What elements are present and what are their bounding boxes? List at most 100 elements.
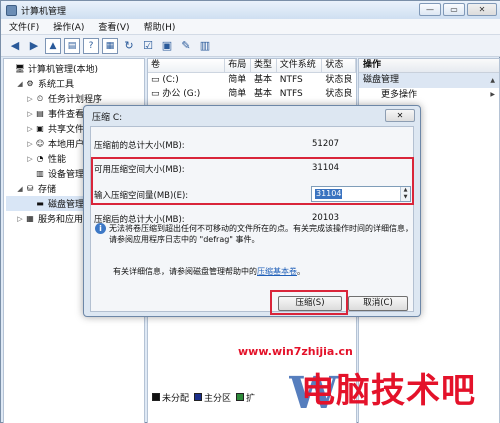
properties-icon[interactable]: ▦: [102, 37, 118, 54]
show-tree-icon[interactable]: ▤: [64, 37, 80, 54]
legend-swatch: [152, 393, 160, 401]
volume-name: 办公 (G:): [162, 89, 201, 99]
shrink-basic-volume-link[interactable]: 压缩基本卷: [257, 267, 297, 276]
performance-icon: ◔: [36, 154, 44, 163]
highlight-frame-fields: [91, 157, 414, 205]
shrink-dialog: 压缩 C: ✕ 压缩前的总计大小(MB): 51207 可用压缩空间大小(MB)…: [83, 105, 421, 317]
drive-icon: ▭: [151, 75, 163, 85]
tree-node[interactable]: ◢ ⚙ 系统工具: [6, 76, 144, 91]
close-button[interactable]: ✕: [467, 3, 497, 16]
maximize-button[interactable]: ▭: [443, 3, 465, 16]
menu-help[interactable]: 帮助(H): [144, 20, 176, 33]
status-cell: 状态良: [325, 75, 353, 85]
toolbar: ◀ ▶ ▲ ▤ ? ▦ ↻ ☑ ▣ ✎ ▥: [1, 35, 500, 57]
actions-header: 操作: [359, 59, 499, 73]
col-type[interactable]: 类型: [251, 59, 277, 72]
legend-unallocated: 未分配: [152, 391, 189, 404]
more-info-line: 有关详细信息，请参阅磁盘管理帮助中的压缩基本卷。: [113, 267, 305, 276]
tree-node-label: 存储: [38, 185, 57, 195]
highlight-frame-shrink-button: [270, 290, 348, 315]
legend-extended: 扩: [236, 391, 255, 404]
legend-swatch: [236, 393, 245, 401]
menu-bar: 文件(F) 操作(A) 查看(V) 帮助(H): [1, 19, 500, 35]
clock-icon: ⏲: [36, 93, 44, 103]
list-header: 卷 布局 类型 文件系统 状态: [148, 59, 356, 73]
expand-icon[interactable]: ◢: [16, 80, 24, 88]
filesystem-cell: NTFS: [279, 89, 303, 99]
expand-icon[interactable]: ▷: [26, 155, 34, 163]
watermark-brand: 电脑技术吧: [301, 371, 476, 411]
expand-icon[interactable]: ▷: [16, 215, 24, 223]
computer-icon: 🖥: [14, 64, 26, 73]
table-row[interactable]: ▭ (C:) 简单 基本 NTFS 状态良: [148, 73, 356, 87]
tree-node-label: 任务计划程序: [48, 95, 103, 105]
col-filesystem[interactable]: 文件系统: [277, 59, 323, 72]
tree-node-label: 计算机管理(本地): [28, 65, 99, 75]
table-row[interactable]: ▭ 办公 (G:) 简单 基本 NTFS 状态良: [148, 87, 356, 101]
total-after-value: 20103: [312, 213, 340, 223]
checklist-icon[interactable]: ☑: [140, 38, 156, 54]
layout-cell: 简单: [228, 75, 247, 85]
menu-view[interactable]: 查看(V): [98, 20, 129, 33]
info-text: 无法将卷压缩到超出任何不可移动的文件所在的点。有关完成该操作时间的详细信息，请参…: [109, 224, 413, 244]
device-icon: ▥: [36, 169, 44, 178]
users-icon: ☺: [35, 139, 45, 148]
list-icon[interactable]: ▥: [197, 38, 213, 54]
up-folder-icon[interactable]: ▲: [45, 37, 61, 54]
volume-name: (C:): [162, 75, 179, 85]
back-icon[interactable]: ◀: [7, 38, 23, 54]
computer-management-window: 计算机管理 — ▭ ✕ 文件(F) 操作(A) 查看(V) 帮助(H) ◀ ▶ …: [0, 0, 500, 423]
expand-icon[interactable]: ▷: [26, 125, 34, 133]
legend-swatch: [194, 393, 203, 401]
drive-icon: ▭: [151, 89, 163, 99]
volume-cell: ▭ (C:): [148, 73, 225, 87]
tree-node[interactable]: 🖥 计算机管理(本地): [6, 61, 144, 76]
expand-icon[interactable]: ▷: [26, 110, 34, 118]
dialog-close-button[interactable]: ✕: [385, 109, 415, 122]
folder-icon: ▣: [36, 124, 44, 133]
tree-node-label: 磁盘管理: [48, 200, 85, 210]
volume-cell: ▭ 办公 (G:): [148, 87, 225, 101]
filesystem-cell: NTFS: [279, 75, 303, 85]
actions-section-disk-management[interactable]: 磁盘管理: [359, 73, 499, 88]
menu-action[interactable]: 操作(A): [53, 20, 84, 33]
minimize-button[interactable]: —: [419, 3, 441, 16]
menu-file[interactable]: 文件(F): [9, 20, 39, 33]
help-icon[interactable]: ?: [83, 37, 99, 54]
col-volume[interactable]: 卷: [148, 59, 226, 72]
col-status[interactable]: 状态: [322, 59, 356, 72]
forward-icon[interactable]: ▶: [26, 38, 42, 54]
dialog-body: 压缩前的总计大小(MB): 51207 可用压缩空间大小(MB): 31104 …: [90, 126, 414, 315]
legend-primary: 主分区: [194, 391, 231, 404]
event-icon: ▤: [36, 109, 44, 118]
expand-icon[interactable]: ◢: [16, 185, 24, 193]
layout-cell: 简单: [228, 89, 247, 99]
type-cell: 基本: [254, 75, 273, 85]
title-bar[interactable]: 计算机管理 — ▭ ✕: [1, 1, 500, 19]
total-before-label: 压缩前的总计大小(MB):: [94, 141, 185, 151]
more-actions-item[interactable]: 更多操作: [359, 88, 499, 102]
expand-icon[interactable]: ▷: [26, 140, 34, 148]
info-icon: i: [95, 223, 106, 234]
refresh-icon[interactable]: ↻: [121, 38, 137, 54]
tree-node-label: 系统工具: [38, 80, 75, 90]
folder-open-icon[interactable]: ▣: [159, 38, 175, 54]
disk-icon: ▬: [36, 199, 44, 208]
expand-icon[interactable]: ▷: [26, 95, 34, 103]
tree-node[interactable]: ▷ ⏲ 任务计划程序: [6, 91, 144, 106]
watermark-url: www.win7zhijia.cn: [238, 345, 353, 358]
edit-icon[interactable]: ✎: [178, 38, 194, 54]
storage-icon: ⛁: [26, 184, 34, 193]
app-icon: [6, 4, 17, 16]
col-layout[interactable]: 布局: [225, 59, 251, 72]
services-icon: ▦: [26, 214, 34, 223]
window-title: 计算机管理: [21, 6, 67, 17]
cancel-button[interactable]: 取消(C): [348, 296, 408, 311]
tools-icon: ⚙: [26, 79, 34, 88]
info-message: i 无法将卷压缩到超出任何不可移动的文件所在的点。有关完成该操作时间的详细信息，…: [95, 223, 413, 245]
status-cell: 状态良: [325, 89, 353, 99]
tree-node-label: 性能: [48, 155, 67, 165]
total-before-value: 51207: [312, 139, 340, 149]
dialog-title: 压缩 C:: [92, 113, 123, 123]
type-cell: 基本: [254, 89, 273, 99]
